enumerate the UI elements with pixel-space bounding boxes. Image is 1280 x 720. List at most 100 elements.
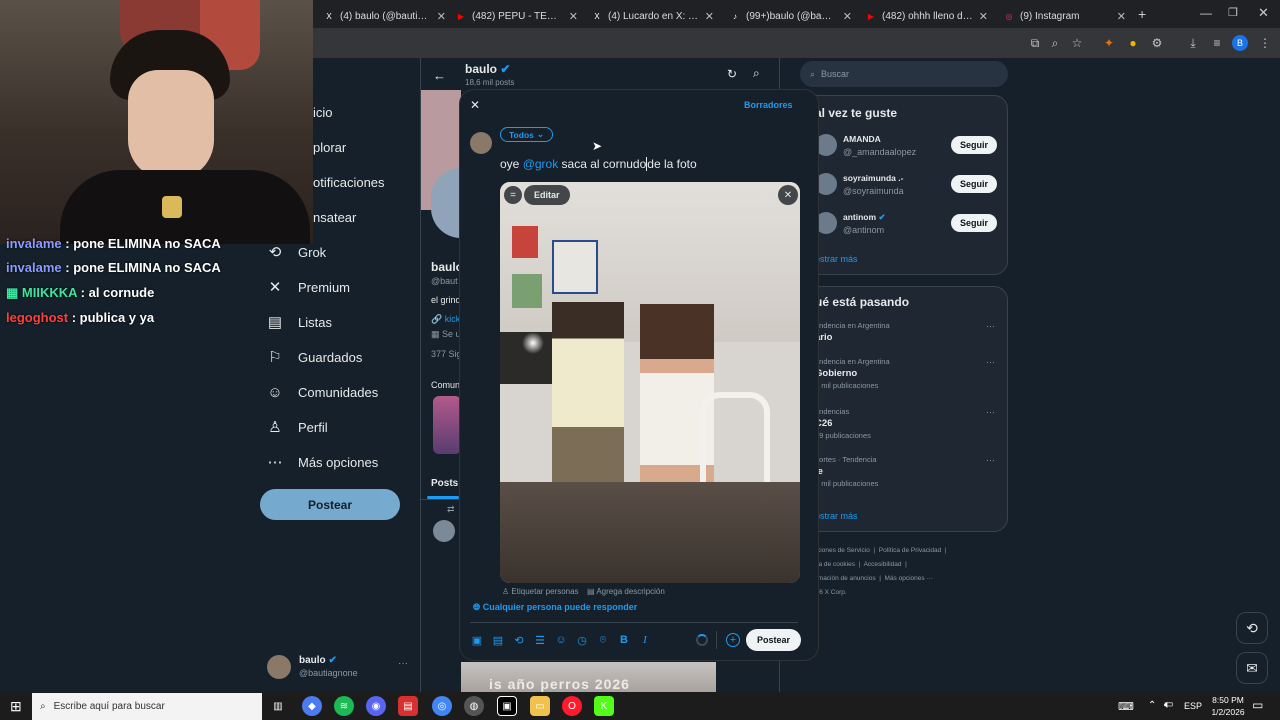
footer-link[interactable]: Más opciones ···: [885, 575, 933, 582]
sidebar-item-person[interactable]: ♙ Perfil: [266, 412, 327, 442]
messages-floating-icon[interactable]: ✉: [1236, 652, 1268, 684]
image-icon[interactable]: ▣: [470, 634, 484, 647]
location-icon[interactable]: ⌾: [596, 634, 610, 647]
trend-item[interactable]: endencia en Argentina Gobierno 4 mil pub…: [815, 357, 999, 397]
browser-tab[interactable]: ◎ (9) Instagram ✕: [996, 4, 1134, 28]
sidebar-item-bell[interactable]: otificaciones: [313, 167, 385, 197]
sidebar-item-bookmark[interactable]: ⚐ Guardados: [266, 342, 362, 372]
obs-icon[interactable]: ◍: [464, 696, 484, 716]
sidebar-item-more[interactable]: ⋯ Más opciones: [266, 447, 379, 477]
post-button[interactable]: Postear: [746, 629, 801, 651]
search-input[interactable]: ⌕ Buscar: [800, 61, 1008, 87]
epic-icon[interactable]: ▣: [497, 696, 517, 716]
sidebar-item-x[interactable]: ✕ Premium: [266, 272, 350, 302]
sidebar-post-button[interactable]: Postear: [260, 489, 400, 520]
tab-close-icon[interactable]: ✕: [705, 10, 714, 23]
remove-photo-icon[interactable]: ✕: [778, 185, 798, 205]
bold-icon[interactable]: B: [617, 634, 631, 647]
zoom-icon[interactable]: ⌕: [1046, 34, 1064, 52]
post-image-preview[interactable]: is año perros 2026: [461, 662, 716, 692]
italic-icon[interactable]: I: [638, 634, 652, 647]
discord-icon[interactable]: ◉: [366, 696, 386, 716]
menu-kebab-icon[interactable]: ⋮: [1256, 34, 1274, 52]
copilot-icon[interactable]: ◆: [302, 696, 322, 716]
sidebar-item-mail[interactable]: nsatear: [313, 202, 356, 232]
compose-text-input[interactable]: oye @grok saca al cornudode la foto: [500, 157, 697, 171]
tab-close-icon[interactable]: ✕: [979, 10, 988, 23]
trend-item[interactable]: portes · Tendencia le 3 mil publicacione…: [815, 455, 999, 495]
sidebar-item-home[interactable]: icio: [313, 97, 333, 127]
tab-close-icon[interactable]: ✕: [437, 10, 446, 23]
extension-icon[interactable]: ✦: [1100, 34, 1118, 52]
trend-more-icon[interactable]: ···: [986, 455, 995, 465]
add-post-icon[interactable]: +: [726, 633, 740, 647]
suggestion-row[interactable]: soyraimunda .- @soyraimunda Seguir: [815, 173, 1001, 203]
footer-link[interactable]: ormación de anuncios: [812, 575, 876, 582]
sidebar-item-list[interactable]: ▤ Listas: [266, 307, 332, 337]
schedule-icon[interactable]: ◷: [575, 634, 589, 647]
clock-time[interactable]: 8:50 PM: [1208, 695, 1248, 705]
suggestion-row[interactable]: antinom ✔ @antinom Seguir: [815, 212, 1001, 242]
kick-icon[interactable]: K: [594, 696, 614, 716]
follow-button[interactable]: Seguir: [951, 175, 997, 193]
edit-photo-button[interactable]: Editar: [524, 185, 570, 205]
close-window-button[interactable]: ✕: [1258, 5, 1269, 21]
follow-button[interactable]: Seguir: [951, 214, 997, 232]
trend-more-icon[interactable]: ···: [986, 407, 995, 417]
show-more-link[interactable]: ostrar más: [815, 254, 858, 264]
gif-icon[interactable]: ▤: [491, 634, 505, 647]
footer-link[interactable]: Accesibilidad: [864, 561, 902, 568]
download-icon[interactable]: ⤓: [1184, 34, 1202, 52]
avatar[interactable]: [267, 655, 291, 679]
post-avatar[interactable]: [433, 520, 455, 542]
drafts-button[interactable]: Borradores: [744, 100, 793, 110]
trend-more-icon[interactable]: ···: [986, 357, 995, 367]
add-description-button[interactable]: ▤ Agrega descripción: [587, 587, 665, 596]
task-view-icon[interactable]: ▥: [268, 696, 288, 716]
keyboard-icon[interactable]: ⌨: [1118, 700, 1134, 713]
browser-tab[interactable]: X (4) baulo (@bautiagnone) ✕: [316, 4, 454, 28]
file-explorer-icon[interactable]: ▭: [530, 696, 550, 716]
profile-avatar-icon[interactable]: B: [1232, 35, 1248, 51]
browser-tab[interactable]: X (4) Lucardo en X: "ESUNA ✕: [584, 4, 722, 28]
back-arrow-icon[interactable]: ←: [433, 68, 446, 83]
trend-item[interactable]: endencia en Argentina ario ···: [815, 321, 999, 361]
account-more-icon[interactable]: ···: [398, 658, 408, 669]
trends-show-more-link[interactable]: ostrar más: [815, 511, 858, 521]
tag-people-button[interactable]: ♙ Etiquetar personas: [502, 587, 579, 596]
notifications-icon[interactable]: ▭: [1252, 698, 1263, 712]
sidebar-item-explore[interactable]: plorar: [313, 132, 346, 162]
tab-close-icon[interactable]: ✕: [569, 10, 578, 23]
windows-start-icon[interactable]: ⊞: [10, 698, 22, 715]
reading-list-icon[interactable]: ≡: [1208, 34, 1226, 52]
audience-selector[interactable]: Todos ⌄: [500, 127, 553, 142]
chrome-icon[interactable]: ◎: [432, 696, 452, 716]
footer-link[interactable]: diciones de Servicio: [812, 547, 870, 554]
taskbar-search-input[interactable]: ⌕ Escribe aquí para buscar: [32, 693, 262, 720]
reply-settings-button[interactable]: 🌐︎ Cualquier persona puede responder: [473, 602, 637, 613]
new-tab-button[interactable]: +: [1138, 6, 1146, 22]
volume-icon[interactable]: 🔈︎: [1164, 699, 1171, 712]
emoji-icon[interactable]: ☺: [554, 634, 568, 647]
tab-posts[interactable]: Posts: [431, 478, 458, 489]
attached-photo[interactable]: = Editar ✕: [500, 182, 800, 583]
tab-close-icon[interactable]: ✕: [843, 10, 852, 23]
footer-link[interactable]: tica de cookies: [812, 561, 855, 568]
tray-chevron-icon[interactable]: ⌃: [1148, 700, 1156, 711]
sidebar-item-people[interactable]: ☺ Comunidades: [266, 377, 378, 407]
language-indicator[interactable]: ESP: [1184, 701, 1202, 711]
bookmark-star-icon[interactable]: ☆: [1068, 34, 1086, 52]
opera-icon[interactable]: O: [562, 696, 582, 716]
browser-tab[interactable]: ▶ (482) PEPU - TENGO UN P ✕: [448, 4, 586, 28]
trend-item[interactable]: endencias C26 29 publicaciones ···: [815, 407, 999, 447]
suggestion-row[interactable]: AMANDA @_amandaalopez Seguir: [815, 134, 1001, 164]
browser-tab[interactable]: ▶ (482) ohhh lleno de mied ✕: [858, 4, 996, 28]
grok-analyze-icon[interactable]: ↻: [727, 67, 737, 81]
restore-button[interactable]: ❐: [1228, 6, 1238, 19]
spotify-icon[interactable]: ≋: [334, 696, 354, 716]
grok-icon[interactable]: ⟲: [512, 634, 526, 647]
minimize-button[interactable]: —: [1200, 6, 1212, 20]
browser-tab[interactable]: ♪ (99+)baulo (@baulol) | Ti ✕: [722, 4, 860, 28]
footer-link[interactable]: Política de Privacidad: [879, 547, 942, 554]
install-icon[interactable]: ⧉: [1026, 34, 1044, 52]
